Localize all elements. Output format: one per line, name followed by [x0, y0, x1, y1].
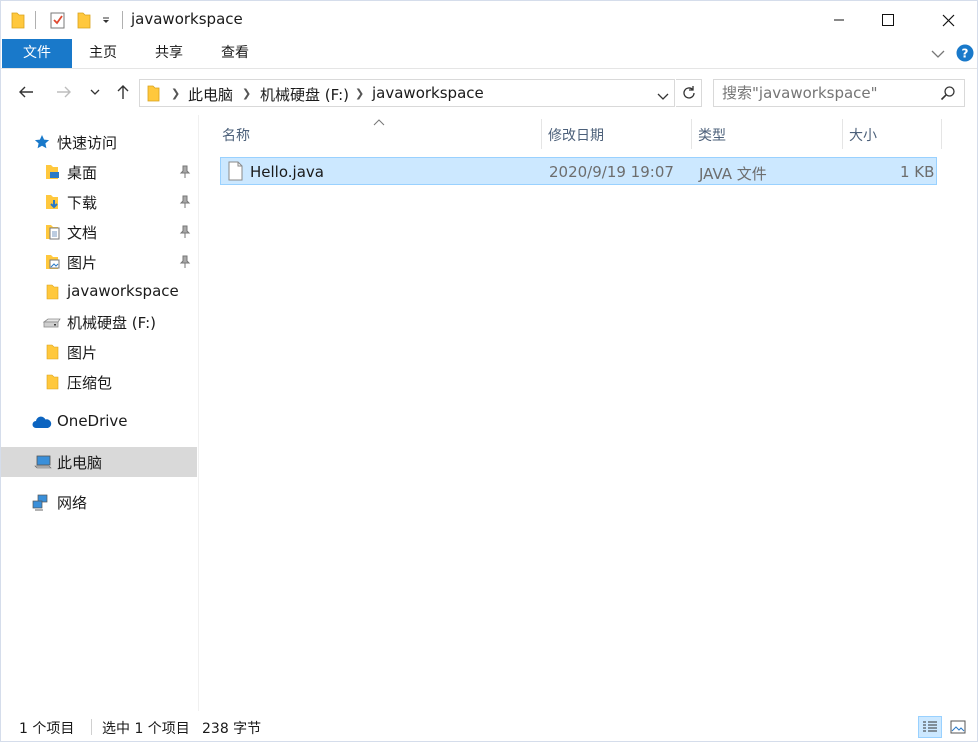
tab-home[interactable]: 主页 — [77, 39, 129, 68]
address-row: ❯ 此电脑 ❯ 机械硬盘 (F:) ❯ javaworkspace — [1, 69, 977, 115]
navigation-pane: 快速访问 桌面 下载 文档 图片 javaworkspace 机械硬盘 (F:)… — [1, 115, 199, 711]
back-button[interactable] — [14, 80, 38, 104]
properties-icon[interactable] — [50, 11, 66, 33]
selection-count: 选中 1 个项目 — [102, 721, 190, 737]
nav-desktop[interactable]: 桌面 — [1, 157, 197, 187]
customize-toolbar-chevron-icon[interactable] — [101, 14, 111, 30]
up-button[interactable] — [111, 80, 135, 104]
forward-button[interactable] — [52, 80, 76, 104]
cloud-icon — [32, 415, 52, 431]
folder-icon — [45, 344, 61, 360]
item-count: 1 个项目 — [19, 721, 75, 737]
breadcrumb-this-pc[interactable]: 此电脑 — [188, 84, 233, 105]
nav-javaworkspace[interactable]: javaworkspace — [1, 277, 197, 307]
breadcrumb-separator-icon[interactable]: ❯ — [242, 87, 251, 100]
pictures-folder-icon — [45, 254, 61, 270]
window-title: javaworkspace — [131, 10, 243, 28]
breadcrumb-javaworkspace[interactable]: javaworkspace — [372, 84, 484, 102]
folder-icon — [147, 84, 160, 106]
nav-downloads[interactable]: 下载 — [1, 187, 197, 217]
close-button[interactable] — [925, 1, 971, 39]
nav-documents[interactable]: 文档 — [1, 217, 197, 247]
star-icon — [34, 134, 50, 150]
pin-icon[interactable] — [179, 255, 191, 273]
details-view-button[interactable] — [918, 716, 942, 738]
nav-this-pc[interactable]: 此电脑 — [1, 447, 197, 477]
nav-archives[interactable]: 压缩包 — [1, 367, 197, 397]
file-name: Hello.java — [250, 163, 324, 181]
column-header-type[interactable]: 类型 — [692, 120, 842, 150]
nav-pictures[interactable]: 图片 — [1, 247, 197, 277]
minimize-button[interactable] — [816, 1, 862, 39]
drive-icon — [42, 314, 61, 330]
column-header-size[interactable]: 大小 — [843, 120, 941, 150]
folder-icon — [11, 11, 25, 33]
explorer-window: javaworkspace 文件 主页 共享 查看 ? ❯ 此电脑 ❯ 机械硬盘… — [0, 0, 978, 742]
pin-icon[interactable] — [179, 165, 191, 183]
column-header-date[interactable]: 修改日期 — [542, 120, 691, 150]
table-row[interactable]: Hello.java 2020/9/19 19:07 JAVA 文件 1 KB — [220, 157, 937, 185]
nav-network[interactable]: 网络 — [1, 487, 197, 517]
search-input[interactable] — [722, 84, 932, 102]
new-folder-icon[interactable] — [77, 11, 91, 33]
breadcrumb-separator-icon[interactable]: ❯ — [355, 87, 364, 100]
pin-icon[interactable] — [179, 225, 191, 243]
desktop-folder-icon — [45, 164, 61, 180]
computer-icon — [34, 454, 52, 470]
breadcrumb-drive[interactable]: 机械硬盘 (F:) — [260, 84, 349, 105]
tab-file[interactable]: 文件 — [2, 39, 72, 68]
file-date: 2020/9/19 19:07 — [549, 163, 674, 181]
folder-icon — [45, 374, 61, 390]
download-folder-icon — [45, 194, 61, 210]
file-type: JAVA 文件 — [699, 165, 767, 183]
column-header-name[interactable]: 名称 — [216, 120, 541, 150]
ribbon-tabs: 文件 主页 共享 查看 ? — [1, 39, 977, 69]
nav-onedrive[interactable]: OneDrive — [1, 407, 197, 437]
file-list: 名称 修改日期 类型 大小 Hello.java 2020/9/19 19:07… — [200, 115, 977, 711]
help-icon[interactable]: ? — [956, 44, 974, 66]
large-icons-view-button[interactable] — [946, 716, 970, 738]
recent-locations-button[interactable] — [83, 80, 107, 104]
documents-folder-icon — [45, 224, 61, 240]
nav-pictures-folder[interactable]: 图片 — [1, 337, 197, 367]
address-bar[interactable]: ❯ 此电脑 ❯ 机械硬盘 (F:) ❯ javaworkspace — [139, 79, 675, 107]
breadcrumb-separator-icon[interactable]: ❯ — [171, 87, 180, 100]
title-bar: javaworkspace — [1, 1, 977, 39]
search-box[interactable] — [713, 79, 965, 107]
search-icon[interactable] — [940, 85, 956, 105]
nav-quick-access[interactable]: 快速访问 — [1, 127, 197, 157]
refresh-button[interactable] — [676, 79, 702, 107]
selection-size: 238 字节 — [202, 721, 262, 737]
folder-icon — [45, 284, 61, 300]
status-bar: 1 个项目 选中 1 个项目 238 字节 — [1, 711, 977, 741]
maximize-button[interactable] — [865, 1, 911, 39]
tab-share[interactable]: 共享 — [141, 39, 197, 68]
nav-drive-f[interactable]: 机械硬盘 (F:) — [1, 307, 197, 337]
address-dropdown-icon[interactable] — [657, 89, 669, 105]
file-icon — [228, 161, 243, 185]
network-icon — [32, 494, 48, 511]
expand-ribbon-icon[interactable] — [931, 47, 945, 63]
tab-view[interactable]: 查看 — [207, 39, 263, 68]
file-size: 1 KB — [900, 163, 935, 181]
pin-icon[interactable] — [179, 195, 191, 213]
svg-text:?: ? — [962, 47, 969, 61]
